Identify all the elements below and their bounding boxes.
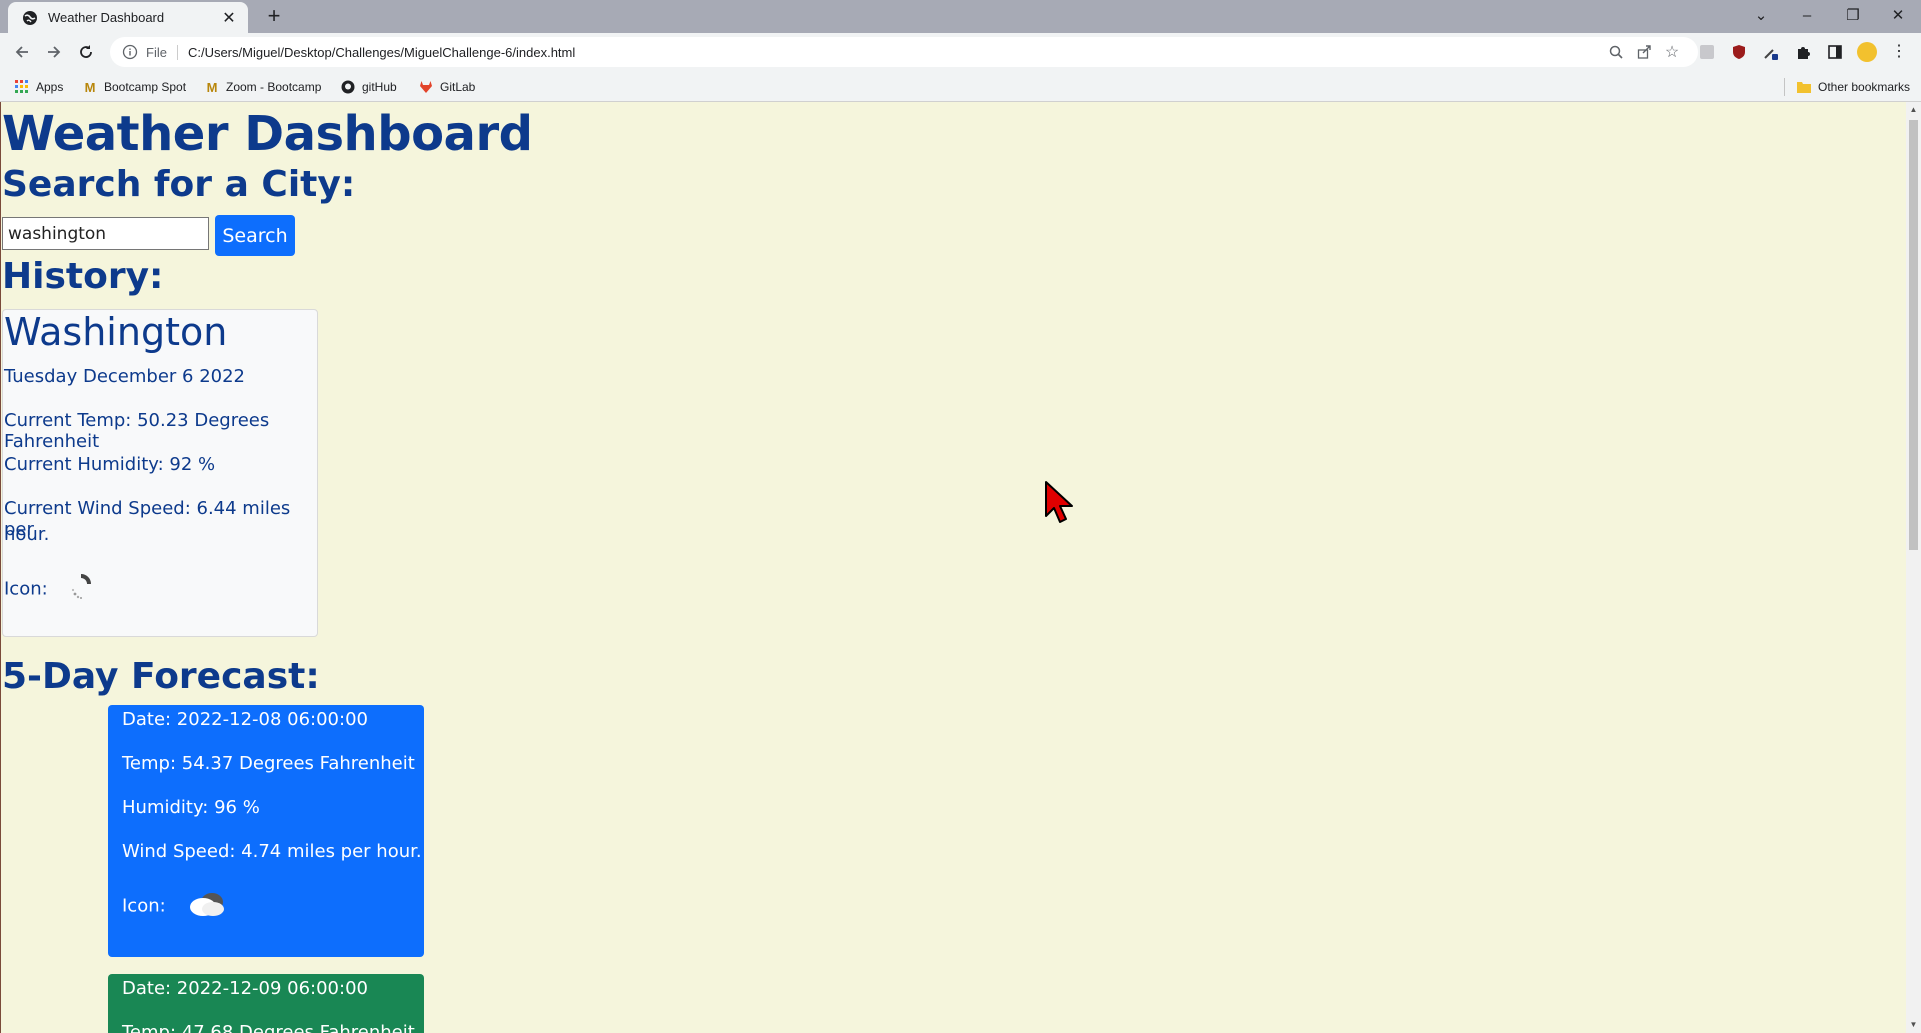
bookmark-star-icon[interactable]: ☆ [1658,38,1686,66]
bookmark-label: Zoom - Bootcamp [226,80,322,94]
reload-icon[interactable] [72,39,100,65]
forecast-date: Date: 2022-12-08 06:00:00 [122,709,368,730]
forecast-temp: Temp: 54.37 Degrees Fahrenheit [122,753,415,774]
info-icon[interactable] [122,44,138,60]
icon-label: Icon: [122,895,166,917]
page-title: Weather Dashboard [2,106,533,162]
cloud-icon [185,889,229,924]
current-wind-line2: hour. [4,524,50,545]
forecast-wind: Wind Speed: 4.74 miles per hour. [122,841,422,862]
bookmarks-divider [1784,78,1785,96]
current-date: Tuesday December 6 2022 [4,366,245,387]
address-bar[interactable]: File C:/Users/Miguel/Desktop/Challenges/… [110,37,1698,67]
ublock-shield-icon[interactable] [1726,39,1752,65]
mouse-cursor-icon [1045,481,1073,523]
bootcamp-logo-icon: M [84,79,96,95]
tab-search-icon[interactable]: ⌄ [1738,0,1784,30]
gitlab-icon [418,79,434,95]
extension-gray-icon[interactable] [1694,39,1720,65]
forecast-icon-row: Icon: [122,889,229,924]
bookmark-gitlab[interactable]: GitLab [418,77,475,97]
close-tab-icon[interactable]: ✕ [220,8,238,28]
url-scheme: File [146,44,178,60]
scroll-up-icon[interactable]: ▲ [1909,105,1918,114]
menu-dots-icon[interactable]: ⋮ [1886,39,1912,65]
forward-icon[interactable] [40,39,68,65]
forecast-card: Date: 2022-12-08 06:00:00 Temp: 54.37 De… [108,705,424,957]
loading-spinner-icon [67,572,95,607]
forecast-card: Date: 2022-12-09 06:00:00 Temp: 47.68 De… [108,974,424,1033]
search-heading: Search for a City: [2,164,356,205]
search-button[interactable]: Search [215,215,295,256]
forecast-temp: Temp: 47.68 Degrees Fahrenheit [122,1022,415,1033]
globe-icon [23,10,37,25]
tab-strip: Weather Dashboard ✕ + ⌄ – ❐ ✕ [0,0,1921,33]
current-temp: Current Temp: 50.23 Degrees Fahrenheit [4,410,270,452]
share-icon[interactable] [1630,38,1658,66]
page-scrollbar[interactable]: ▲ ▼ [1906,102,1921,1033]
bookmark-label: Other bookmarks [1818,80,1911,94]
icon-label: Icon: [4,578,48,600]
scroll-down-icon[interactable]: ▼ [1909,1020,1918,1029]
folder-icon [1796,79,1812,95]
profile-avatar-icon[interactable] [1854,39,1880,65]
puzzle-extensions-icon[interactable] [1790,39,1816,65]
bookmark-label: Bootcamp Spot [104,80,187,94]
new-tab-icon[interactable]: + [262,4,286,28]
side-panel-icon[interactable] [1822,39,1848,65]
eyedropper-extension-icon[interactable] [1758,39,1784,65]
bookmark-label: gitHub [362,80,397,94]
forecast-heading: 5-Day Forecast: [2,656,320,697]
bookmark-bootcamp-spot[interactable]: M Bootcamp Spot [82,77,186,97]
forecast-humidity: Humidity: 96 % [122,797,260,818]
back-icon[interactable] [8,39,36,65]
current-humidity: Current Humidity: 92 % [4,454,216,475]
current-wind-line1: Current Wind Speed: 6.44 miles per [4,498,291,540]
browser-toolbar: File C:/Users/Miguel/Desktop/Challenges/… [0,33,1921,71]
bookmark-label: Apps [36,80,64,94]
github-icon [340,79,356,95]
apps-grid-icon [14,79,30,95]
city-name: Washington [4,310,228,354]
bookmarks-bar: Apps M Bootcamp Spot M Zoom - Bootcamp g… [0,71,1921,102]
bookmark-label: GitLab [440,80,476,94]
bookmark-zoom-bootcamp[interactable]: M Zoom - Bootcamp [204,77,322,97]
bookmark-github[interactable]: gitHub [340,77,397,97]
restore-icon[interactable]: ❐ [1830,0,1876,30]
tab-title: Weather Dashboard [48,10,165,25]
close-window-icon[interactable]: ✕ [1875,0,1921,30]
city-search-input[interactable] [2,217,209,250]
bookmark-apps[interactable]: Apps [14,77,63,97]
history-heading: History: [2,256,164,297]
current-weather-card: Washington Tuesday December 6 2022 Curre… [2,309,318,637]
url-text[interactable]: C:/Users/Miguel/Desktop/Challenges/Migue… [188,45,1602,60]
bookmark-other[interactable]: Other bookmarks [1796,77,1910,97]
bootcamp-logo-icon: M [206,79,218,95]
forecast-date: Date: 2022-12-09 06:00:00 [122,978,368,999]
minimize-icon[interactable]: – [1784,0,1830,30]
page-viewport: Weather Dashboard Search for a City: Sea… [0,102,1906,1033]
browser-tab[interactable]: Weather Dashboard ✕ [8,2,248,33]
current-icon-row: Icon: [4,572,95,607]
scrollbar-thumb[interactable] [1909,120,1918,550]
zoom-icon[interactable] [1602,38,1630,66]
